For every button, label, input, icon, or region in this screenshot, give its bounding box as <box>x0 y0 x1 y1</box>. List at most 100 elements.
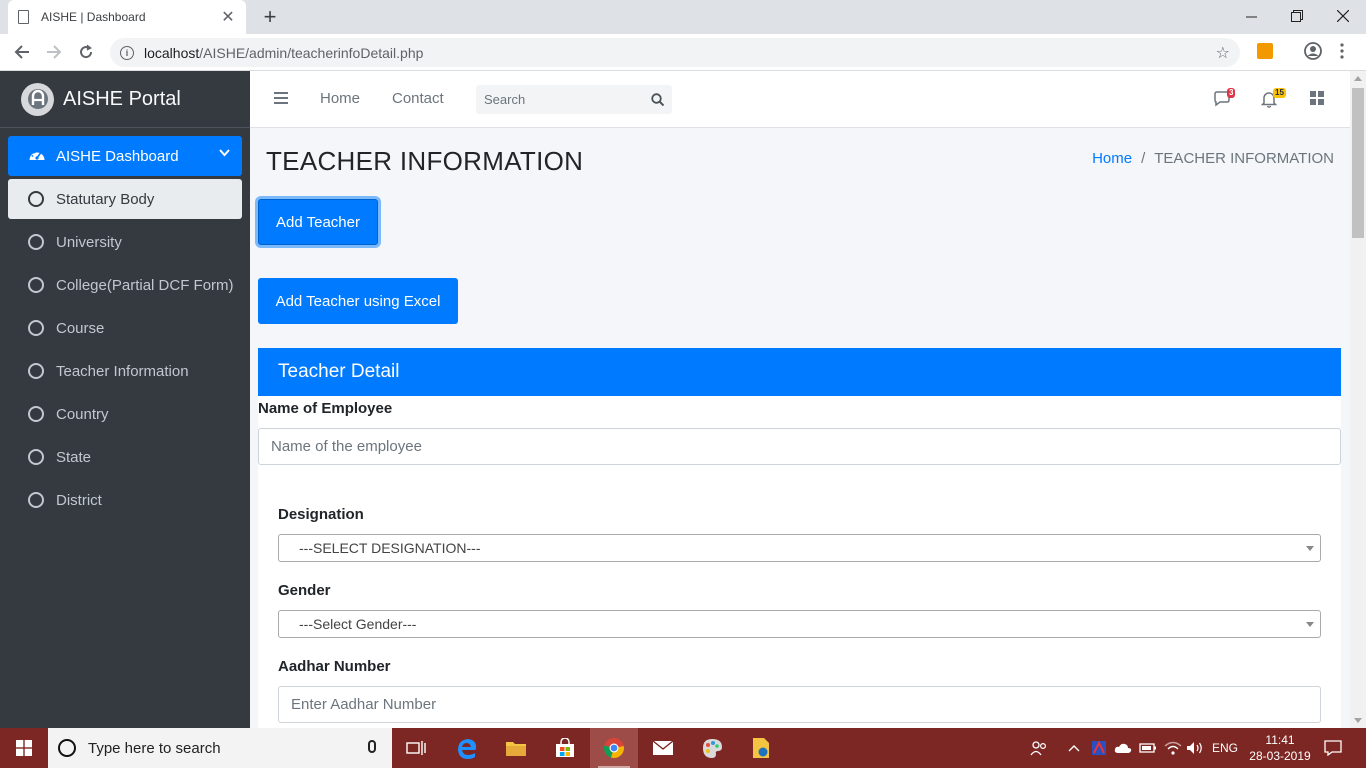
nav-contact-link[interactable]: Contact <box>392 90 444 107</box>
sidebar-item-label: Statutary Body <box>56 190 155 208</box>
breadcrumb-home-link[interactable]: Home <box>1092 150 1132 167</box>
sidebar-item-label: District <box>56 491 102 509</box>
scroll-down-arrow-icon[interactable] <box>1354 718 1362 723</box>
forward-button[interactable] <box>41 39 67 65</box>
employee-name-input[interactable]: Name of the employee <box>258 428 1341 465</box>
tab-title: AISHE | Dashboard <box>41 10 146 24</box>
designation-select[interactable]: ---SELECT DESIGNATION--- <box>278 534 1321 562</box>
sidebar-menu: AISHE Dashboard Statutary Body Universit… <box>0 128 250 520</box>
sidebar-item-course[interactable]: Course <box>8 308 242 348</box>
profile-icon[interactable] <box>1304 42 1322 60</box>
file-explorer-button[interactable] <box>492 728 540 768</box>
antivirus-tray-icon[interactable] <box>1091 728 1107 768</box>
back-button[interactable] <box>9 39 35 65</box>
sidebar-item-label: Course <box>56 319 105 337</box>
edge-app-button[interactable] <box>443 728 491 768</box>
circle-icon <box>28 449 44 465</box>
address-bar[interactable]: i localhost/AISHE/admin/teacherinfoDetai… <box>110 38 1240 67</box>
sidebar-item-country[interactable]: Country <box>8 394 242 434</box>
document-app-icon <box>753 738 769 758</box>
brand-link[interactable]: AISHE Portal <box>0 71 250 128</box>
page-title: TEACHER INFORMATION <box>266 146 584 176</box>
close-window-button[interactable] <box>1320 0 1366 32</box>
name-of-employee-label: Name of Employee <box>258 400 393 417</box>
page-scrollbar[interactable] <box>1350 71 1366 728</box>
restore-button[interactable] <box>1274 0 1320 32</box>
sidebar-item-label: AISHE Dashboard <box>56 147 179 165</box>
gender-label: Gender <box>278 582 331 599</box>
sidebar-item-university[interactable]: University <box>8 222 242 262</box>
close-icon <box>1337 10 1349 22</box>
search-input[interactable] <box>476 92 644 107</box>
search-button[interactable] <box>644 85 670 114</box>
chrome-icon <box>603 738 624 758</box>
store-app-button[interactable] <box>541 728 589 768</box>
onedrive-cloud-icon[interactable] <box>1114 728 1132 768</box>
reload-button[interactable] <box>73 39 99 65</box>
bookmark-star-icon[interactable]: ☆ <box>1216 43 1230 63</box>
clock-time: 11:41 <box>1265 733 1295 747</box>
sidebar-item-teacher-information[interactable]: Teacher Information <box>8 351 242 391</box>
show-hidden-icons-chevron-icon[interactable] <box>1068 728 1080 768</box>
mail-app-button[interactable] <box>639 728 687 768</box>
circle-icon <box>28 277 44 293</box>
wifi-icon[interactable] <box>1164 728 1182 768</box>
nav-home-link[interactable]: Home <box>320 90 360 107</box>
grid-icon <box>1310 91 1324 105</box>
system-clock[interactable]: 11:41 28-03-2019 <box>1238 732 1322 764</box>
clock-date: 28-03-2019 <box>1249 749 1311 763</box>
volume-icon[interactable] <box>1186 728 1204 768</box>
notifications-button[interactable]: 15 <box>1260 88 1286 109</box>
info-icon[interactable]: i <box>120 45 134 60</box>
action-center-icon[interactable] <box>1324 728 1342 768</box>
browser-tabstrip: AISHE | Dashboard ✕ + <box>0 0 1366 34</box>
paint-app-button[interactable] <box>688 728 736 768</box>
notifications-badge: 15 <box>1273 88 1286 98</box>
taskbar-search-box[interactable]: Type here to search <box>48 728 392 768</box>
browser-tab[interactable]: AISHE | Dashboard ✕ <box>8 0 246 34</box>
dropdown-arrow-icon <box>1306 546 1314 551</box>
people-icon[interactable] <box>1030 728 1048 768</box>
task-view-icon <box>406 741 426 755</box>
circle-icon <box>28 191 44 207</box>
dashboard-gauge-icon <box>29 150 45 160</box>
gender-select[interactable]: ---Select Gender--- <box>278 610 1321 638</box>
folder-icon <box>506 742 526 756</box>
start-button[interactable] <box>0 728 48 768</box>
tab-close-icon[interactable]: ✕ <box>220 7 236 27</box>
scrollbar-thumb[interactable] <box>1352 88 1364 238</box>
new-tab-button[interactable]: + <box>260 4 280 30</box>
add-teacher-excel-button[interactable]: Add Teacher using Excel <box>258 278 458 324</box>
messages-badge: 3 <box>1227 88 1236 98</box>
sidebar-item-aishe-dashboard[interactable]: AISHE Dashboard <box>8 136 242 176</box>
paint-palette-icon <box>703 739 722 758</box>
arrow-left-icon <box>14 45 29 59</box>
xampp-app-button[interactable] <box>737 728 785 768</box>
microphone-icon[interactable] <box>368 740 376 753</box>
hamburger-menu-icon[interactable] <box>274 92 288 104</box>
battery-icon[interactable] <box>1139 728 1157 768</box>
browser-toolbar: i localhost/AISHE/admin/teacherinfoDetai… <box>0 34 1366 71</box>
messages-button[interactable]: 3 <box>1213 88 1236 109</box>
apps-grid-button[interactable] <box>1310 91 1330 109</box>
aadhar-number-input[interactable]: Enter Aadhar Number <box>278 686 1321 723</box>
sidebar-item-label: Country <box>56 405 109 423</box>
sidebar-item-college[interactable]: College(Partial DCF Form) <box>8 265 242 305</box>
minimize-button[interactable] <box>1228 0 1274 32</box>
circle-icon <box>28 363 44 379</box>
task-view-button[interactable] <box>392 728 440 768</box>
scroll-up-arrow-icon[interactable] <box>1354 76 1362 81</box>
input-language-indicator[interactable]: ENG <box>1212 728 1238 768</box>
restore-icon <box>1291 10 1303 22</box>
sidebar-item-district[interactable]: District <box>8 480 242 520</box>
extension-icon[interactable] <box>1257 43 1273 59</box>
sidebar-item-label: Teacher Information <box>56 362 189 380</box>
circle-icon <box>28 406 44 422</box>
chrome-app-button[interactable] <box>590 728 638 768</box>
designation-label: Designation <box>278 506 364 523</box>
sidebar-item-state[interactable]: State <box>8 437 242 477</box>
add-teacher-button[interactable]: Add Teacher <box>258 199 378 245</box>
browser-menu-icon[interactable] <box>1340 43 1356 59</box>
sidebar-item-label: State <box>56 448 92 466</box>
sidebar-item-statutary-body[interactable]: Statutary Body <box>8 179 242 219</box>
